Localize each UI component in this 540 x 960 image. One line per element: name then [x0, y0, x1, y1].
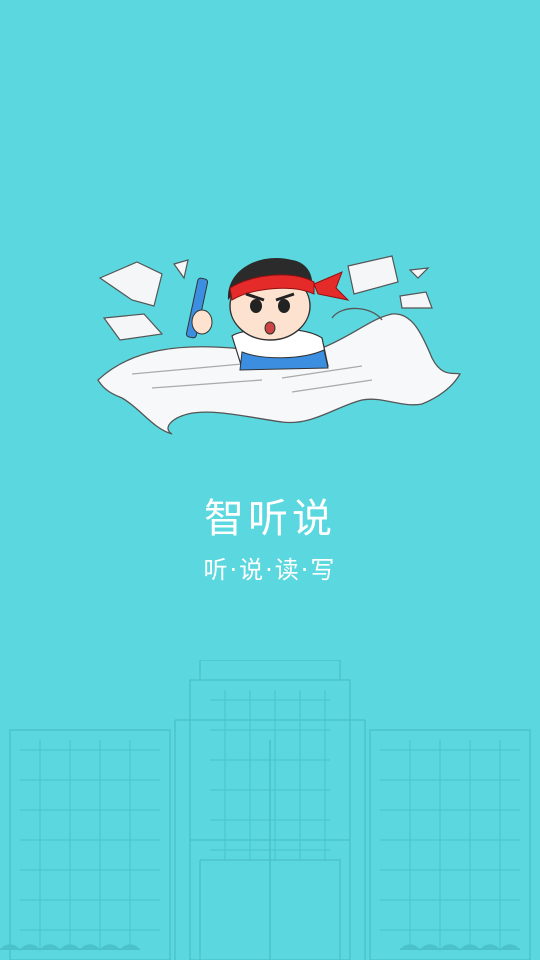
- app-title: 智听说: [204, 496, 336, 542]
- student-mascot-illustration: [97, 255, 461, 435]
- flying-paper-icon: [98, 259, 189, 341]
- app-tagline: 听·说·读·写: [203, 556, 337, 584]
- school-building-background: [0, 660, 531, 960]
- flying-paper-icon: [347, 255, 433, 309]
- splash-screen: 智听说 听·说·读·写: [0, 0, 540, 960]
